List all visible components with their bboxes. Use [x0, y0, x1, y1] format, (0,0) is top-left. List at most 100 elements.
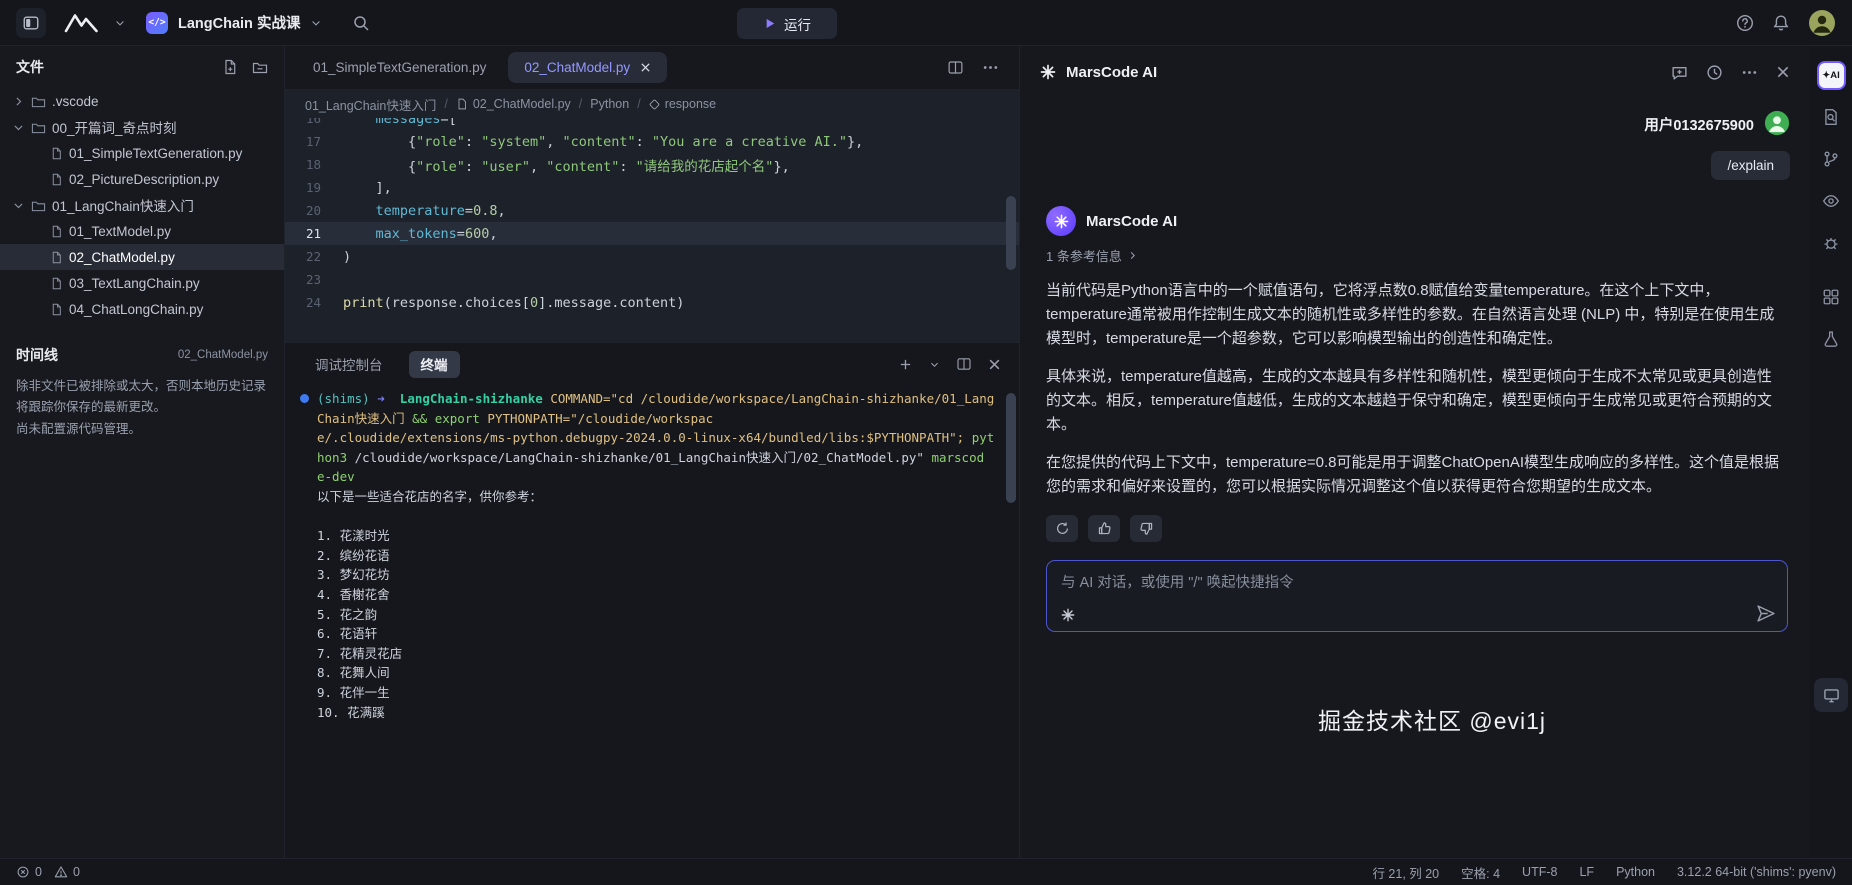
warnings-status[interactable]: 0	[54, 865, 80, 879]
logo-chevron-icon[interactable]	[114, 17, 126, 29]
workspace-icon: </>	[146, 11, 168, 34]
close-panel-icon[interactable]	[988, 358, 1001, 371]
activity-watch[interactable]	[1813, 180, 1849, 222]
line-number: 23	[305, 272, 321, 287]
more-options-icon[interactable]	[1741, 64, 1758, 81]
close-tab-icon[interactable]	[640, 62, 651, 73]
code-line-20[interactable]: 20 temperature=0.8,	[285, 199, 1019, 222]
terminal-scrollbar[interactable]	[1006, 393, 1016, 503]
tab-debug-console[interactable]: 调试控制台	[303, 351, 395, 378]
reference-toggle[interactable]: 1 条参考信息	[1020, 236, 1810, 265]
ai-chat-input[interactable]: 与 AI 对话，或使用 "/" 唤起快捷指令	[1046, 560, 1788, 632]
tree-file-01_SimpleTextGeneration.py[interactable]: 01_SimpleTextGeneration.py	[0, 140, 284, 166]
help-icon[interactable]	[1736, 14, 1754, 32]
tree-folder-00_开篇词_奇点时刻[interactable]: 00_开篇词_奇点时刻	[0, 114, 284, 140]
thumbs-down-button[interactable]	[1130, 515, 1162, 542]
breadcrumb-file[interactable]: 02_ChatModel.py	[456, 97, 571, 111]
tab-terminal[interactable]: 终端	[408, 350, 460, 378]
remote-screen-button[interactable]	[1814, 678, 1848, 712]
search-icon[interactable]	[352, 14, 370, 32]
indentation[interactable]: 空格: 4	[1461, 863, 1500, 882]
activity-testing[interactable]	[1813, 318, 1849, 360]
new-terminal-icon[interactable]	[898, 357, 913, 372]
thumbs-up-button[interactable]	[1088, 515, 1120, 542]
encoding[interactable]: UTF-8	[1522, 863, 1557, 882]
code-line-18[interactable]: 18 {"role": "user", "content": "请给我的花店起个…	[285, 153, 1019, 176]
activity-debug[interactable]	[1813, 222, 1849, 264]
code-line-19[interactable]: 19 ],	[285, 176, 1019, 199]
run-label: 运行	[784, 17, 811, 33]
explain-command-chip[interactable]: /explain	[1711, 151, 1790, 180]
python-interpreter[interactable]: 3.12.2 64-bit ('shims': pyenv)	[1677, 863, 1836, 882]
sidebar-toggle-button[interactable]	[16, 7, 46, 38]
close-ai-panel-icon[interactable]	[1776, 65, 1790, 79]
workspace-name[interactable]: LangChain 实战课	[178, 12, 300, 33]
send-icon[interactable]	[1756, 604, 1775, 623]
terminal-output[interactable]: (shims) ➜ LangChain-shizhanke COMMAND="c…	[285, 385, 1019, 858]
code-editor[interactable]: 16 messages=[17 {"role": "system", "cont…	[285, 118, 1019, 342]
terminal-dropdown-chevron-icon[interactable]	[929, 359, 940, 370]
code-text: temperature=0.8,	[343, 202, 506, 219]
watermark: 掘金技术社区 @evi1j	[1317, 708, 1546, 734]
marscode-ai-icon: ✦AI	[1816, 60, 1846, 90]
breadcrumb-folder[interactable]: 01_LangChain快速入门	[305, 95, 436, 114]
regenerate-button[interactable]	[1046, 515, 1078, 542]
history-icon[interactable]	[1706, 64, 1723, 81]
titlebar: </> LangChain 实战课 运行	[0, 0, 1852, 46]
symbol-icon	[649, 99, 660, 110]
ai-panel-title: MarsCode AI	[1066, 63, 1158, 81]
language-mode[interactable]: Python	[1616, 863, 1655, 882]
more-actions-icon[interactable]	[982, 59, 999, 76]
user-command-row: /explain	[1020, 139, 1810, 180]
tree-file-03_TextLangChain.py[interactable]: 03_TextLangChain.py	[0, 270, 284, 296]
code-line-22[interactable]: 22)	[285, 245, 1019, 268]
errors-status[interactable]: 0	[16, 865, 42, 879]
code-line-17[interactable]: 17 {"role": "system", "content": "You ar…	[285, 130, 1019, 153]
tab-01-simpletextgeneration[interactable]: 01_SimpleTextGeneration.py	[297, 52, 502, 83]
run-button[interactable]: 运行	[737, 8, 837, 39]
breadcrumb-symbol[interactable]: response	[649, 97, 716, 111]
breadcrumb-language[interactable]: Python	[590, 97, 629, 111]
marscode-avatar-icon	[1046, 206, 1076, 236]
tree-file-02_PictureDescription.py[interactable]: 02_PictureDescription.py	[0, 166, 284, 192]
tree-file-02_ChatModel.py[interactable]: 02_ChatModel.py	[0, 244, 284, 270]
code-line-16[interactable]: 16 messages=[	[285, 118, 1019, 130]
activity-extensions[interactable]	[1813, 276, 1849, 318]
split-terminal-icon[interactable]	[956, 356, 972, 372]
tree-folder-01_LangChain快速入门[interactable]: 01_LangChain快速入门	[0, 192, 284, 218]
new-file-icon[interactable]	[222, 59, 238, 75]
code-line-21[interactable]: 21 max_tokens=600,	[285, 222, 1019, 245]
timeline-header[interactable]: 时间线 02_ChatModel.py	[0, 340, 284, 370]
editor-scrollbar[interactable]	[1006, 196, 1016, 270]
tree-file-04_ChatLongChain.py[interactable]: 04_ChatLongChain.py	[0, 296, 284, 322]
explorer-header: 文件	[0, 46, 284, 88]
code-line-23[interactable]: 23	[285, 268, 1019, 291]
code-line-24[interactable]: 24 print(response.choices[0].message.cont…	[285, 291, 1019, 314]
tree-item-label: 03_TextLangChain.py	[69, 275, 200, 291]
line-number: 22	[305, 249, 321, 264]
python-file-icon	[50, 147, 63, 160]
activity-marscode-ai[interactable]: ✦AI	[1813, 54, 1849, 96]
tree-file-01_TextModel.py[interactable]: 01_TextModel.py	[0, 218, 284, 244]
prompt-sparkle-icon	[1061, 608, 1075, 622]
activity-file-search[interactable]	[1813, 96, 1849, 138]
tree-item-label: 02_PictureDescription.py	[69, 171, 220, 187]
workspace-chevron-icon[interactable]	[310, 17, 322, 29]
eol-sequence[interactable]: LF	[1579, 863, 1594, 882]
collapse-folders-icon[interactable]	[252, 59, 268, 75]
split-editor-icon[interactable]	[947, 59, 964, 76]
workbench: 文件 .vscode 00_开篇词_奇点时刻 01_SimpleTextGenera…	[0, 46, 1852, 858]
ai-input-placeholder: 与 AI 对话，或使用 "/" 唤起快捷指令	[1061, 575, 1294, 591]
tree-folder-.vscode[interactable]: .vscode	[0, 88, 284, 114]
cursor-position[interactable]: 行 21, 列 20	[1372, 863, 1439, 882]
account-avatar[interactable]	[1808, 9, 1836, 37]
new-chat-icon[interactable]	[1671, 64, 1688, 81]
activity-source-control[interactable]	[1813, 138, 1849, 180]
terminal-row: e/.cloudide/extensions/ms-python.debugpy…	[317, 430, 995, 446]
app-logo-icon[interactable]	[62, 12, 104, 34]
terminal-row: 7. 花精灵花店	[317, 645, 403, 661]
terminal-row: 4. 香榭花舍	[317, 586, 390, 602]
terminal-row	[317, 507, 999, 527]
notifications-bell-icon[interactable]	[1772, 14, 1790, 32]
tab-02-chatmodel[interactable]: 02_ChatModel.py	[508, 52, 668, 83]
